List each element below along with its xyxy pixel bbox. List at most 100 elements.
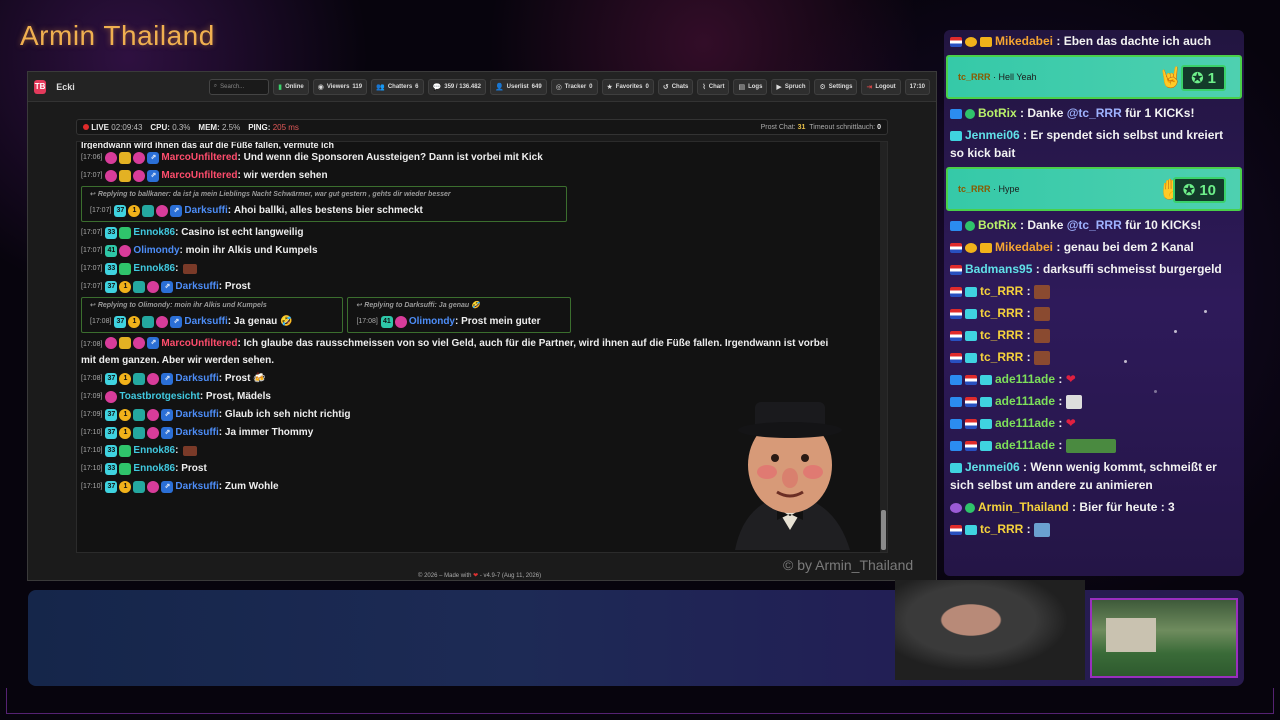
kick-amount-badge: ✪ 10 [1172,177,1226,203]
overlay-chat-message: Armin_Thailand : Bier für heute : 3 [944,496,1244,518]
username: MarcoUnfiltered [161,338,238,349]
messages-count-button[interactable]: 💬 359 / 136.482 [427,78,486,95]
userlist-button[interactable]: 👤 Userlist 649 [489,78,547,95]
scrollbar-thumb[interactable] [881,510,886,550]
kick-coin-icon: ✪ [1182,182,1196,199]
overlay-chat-message: Jenmei06 : Wenn wenig kommt, schmeißt er… [950,460,1217,492]
settings-button[interactable]: ⚙ Settings [814,78,858,95]
badge-icon [105,152,118,164]
gear-icon: ⚙ [819,83,826,91]
chat-icon: 💬 [432,83,442,91]
chart-icon: ⌇ [702,83,706,91]
chart-button[interactable]: ⌇ Chart [697,78,730,95]
chat-message: [17:06] ⇗ MarcoUnfiltered: Und wenn die Sp… [81,149,877,167]
target-icon: ◎ [555,83,562,91]
tracker-button[interactable]: ◎ Tracker 0 [550,78,598,95]
live-dot-icon [83,123,89,130]
kick-coin-icon: ✪ [1191,70,1204,87]
spruch-button[interactable]: ▶ Spruch [771,78,811,95]
username: Darksuffi [184,316,228,327]
crown-icon [119,152,132,164]
online-button[interactable]: ▮ Online [273,78,309,95]
emote-icon [183,264,198,274]
username: Darksuffi [175,281,219,292]
chat-message: [17:07] ⇗ MarcoUnfiltered: wir werden sehe… [81,167,877,185]
reply-block: ↩ Replying to Darksuffi: Ja genau 🤣 [17:… [347,297,572,333]
username: Olimondy [408,316,455,327]
mem-value: 2.5% [221,122,241,132]
watermark: © by Armin_Thailand [783,557,914,573]
chatters-button[interactable]: 👥 Chatters 6 [371,78,424,95]
clock: 17:10 [904,78,930,95]
chat-cut-line: Irgendwann wird ihnen das auf die Füße f… [81,142,335,149]
reply-quote: ↩ Replying to Olimondy: moin ihr Alkis u… [90,302,267,309]
username: Toastbrotgesicht [119,391,200,402]
username: Ennok86 [133,445,176,456]
emote-icon [1034,284,1051,299]
history-icon: ↺ [662,83,669,91]
overlay-chat-message: tc_RRR : [944,280,1244,302]
logout-icon: ⇥ [866,83,873,91]
search-input[interactable]: ⌕ Search... [208,78,270,95]
overlay-chat-message: tc_RRR : [944,518,1244,540]
emote-icon [1034,306,1051,321]
emote-icon [1065,438,1116,453]
username: Darksuffi [184,205,228,216]
overlay-frame [6,688,1274,714]
reply-block: ↩ Replying to Olimondy: moin ihr Alkis u… [81,297,343,333]
viewers-button[interactable]: ◉ Viewers 119 [312,78,368,95]
overlay-chat-message: BotRix : Danke @tc_RRR für 1 KICKs! [944,102,1244,124]
username: Ennok86 [133,463,176,474]
overlay-chat-message: Badmans95 : darksuffi schmeisst burgerge… [944,258,1244,280]
chat-message: [17:07] 37 1 ⇗ Darksuffi: Prost [81,278,877,296]
overlay-chat-message: BotRix : Danke @tc_RRR für 10 KICKs! [944,214,1244,236]
username: MarcoUnfiltered [161,170,238,181]
webcam-feed [895,580,1085,680]
username: Darksuffi [175,427,219,438]
overlay-chat-message: tc_RRR : [944,346,1244,368]
chat-message: [17:08] 37 1 ⇗ Darksuffi: Ja genau 🤣 [90,313,334,331]
crown-icon [119,170,132,182]
overlay-chat-message: Jenmei06 : Er spendet sich selbst und kr… [950,128,1224,160]
heart-icon: ❤ [473,573,479,579]
logs-icon: ▤ [738,83,746,91]
chats-button[interactable]: ↺ Chats [657,78,694,95]
emote-icon [1034,522,1051,537]
overlay-chat-message: ade111ade : ❤ [944,412,1244,434]
logs-button[interactable]: ▤ Logs [733,78,768,95]
badge-icon [133,152,146,164]
channel-name: Ecki [56,81,75,92]
heart-icon: ❤ [1065,416,1076,430]
badge-icon: ⇗ [147,152,160,164]
username: Darksuffi [175,409,219,420]
ping-value: 205 ms [272,122,299,132]
favorites-button[interactable]: ★ Favorites 0 [601,78,654,95]
kick-donation-card: tc_RRR · Hell Yeah 🤘 ✪ 1 [946,55,1242,99]
kick-amount-badge: ✪ 1 [1181,65,1226,91]
username: Ennok86 [133,263,176,274]
rock-hand-icon: 🤘 [1158,67,1183,89]
users-icon: 👥 [376,83,385,91]
app-logo: TB [34,79,47,94]
chat-message: [17:07] 41 Olimondy: moin ihr Alkis und Ku… [81,242,877,260]
overlay-chat-message: Mikedabei : Eben das dachte ich auch [944,30,1244,52]
heart-icon: ❤ [1065,372,1076,386]
username: Olimondy [133,245,180,256]
reply-quote: ↩ Replying to Darksuffi: Ja genau 🤣 [356,302,480,309]
overlay-chat-message: tc_RRR : [944,302,1244,324]
kick-donation-card: tc_RRR · Hype ✋ ✪ 10 [946,167,1242,211]
username: Ennok86 [133,227,176,238]
overlay-brand-title: Armin Thailand [20,20,215,51]
app-footer: © 2026 – Made with ❤ - v4.9-7 (Aug 11, 2… [418,573,542,579]
reply-quote: ↩ Replying to ballkaner: da ist ja mein … [90,191,451,198]
character-illustration [735,402,850,550]
logout-button[interactable]: ⇥ Logout [861,78,901,95]
overlay-chat-message: ade111ade : [944,390,1244,412]
chat-message: [17:07] 33 Ennok86: [81,260,877,278]
signal-icon: ▮ [278,83,283,91]
chat-scrollbar[interactable] [880,142,887,552]
emote-icon [183,446,198,456]
username: Darksuffi [175,373,219,384]
star-icon: ★ [606,83,613,91]
reply-block: ↩ Replying to ballkaner: da ist ja mein … [81,186,567,222]
